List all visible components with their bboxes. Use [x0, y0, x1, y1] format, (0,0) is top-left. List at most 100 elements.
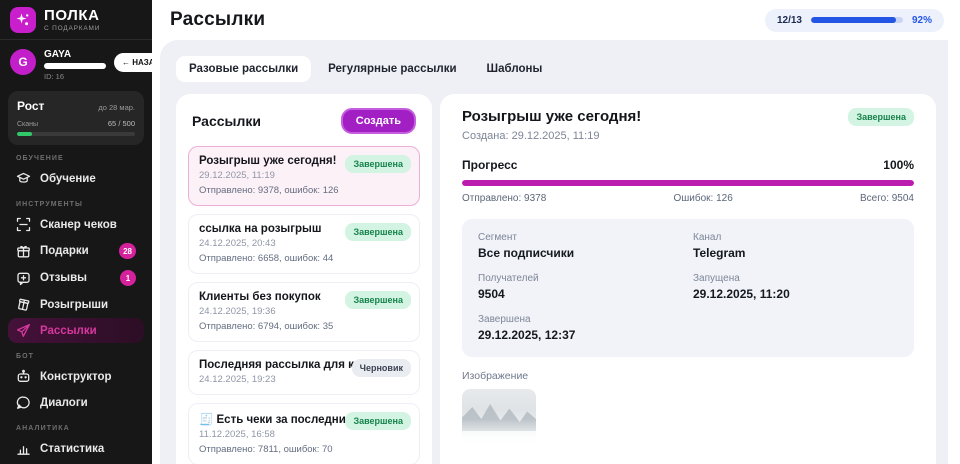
status-badge: Завершена: [345, 291, 411, 309]
nav-section-label: ОБУЧЕНИЕ: [16, 155, 64, 162]
scanner-icon: [16, 217, 31, 232]
plan-deadline: до 28 мар.: [98, 103, 135, 112]
sparkle-icon: [10, 7, 36, 33]
sidebar-item-label: Обучение: [40, 172, 96, 185]
info-label: Запущена: [693, 273, 740, 284]
mailing-item-stats: Отправлено: 6794, ошибок: 35: [199, 321, 334, 332]
sidebar-item-paper-plane[interactable]: Рассылки: [8, 318, 144, 343]
info-cell: Канал Telegram: [693, 232, 898, 260]
detail-progress-fill: [462, 180, 914, 186]
user-id: ID: 16: [44, 72, 65, 81]
quota-pill: 12/13 92%: [764, 8, 944, 32]
avatar: G: [10, 49, 36, 75]
plan-scans-label: Сканы: [17, 121, 39, 128]
info-value: 29.12.2025, 12:37: [478, 328, 576, 342]
tab-row: Разовые рассылки Регулярные рассылки Шабло…: [176, 56, 936, 82]
sidebar-item-feedback[interactable]: Отзывы 1: [8, 265, 144, 291]
sidebar-item-graduation[interactable]: Обучение: [8, 166, 144, 191]
info-value: 9504: [478, 287, 505, 301]
sidebar-item-label: Розыгрыши: [40, 298, 109, 311]
nav-section-label: АНАЛИТИКА: [16, 425, 70, 432]
mailing-detail-card: Розыгрыш уже сегодня! Создана: 29.12.202…: [440, 94, 936, 464]
sidebar-item-stats[interactable]: Статистика: [8, 436, 144, 461]
tab-active[interactable]: Разовые рассылки: [176, 56, 312, 82]
sidebar-item-label: Диалоги: [40, 396, 88, 409]
notification-badge: 1: [120, 270, 136, 286]
status-badge: Завершена: [345, 223, 411, 241]
username-redacted: [44, 63, 106, 69]
brand-name: ПОЛКА: [44, 6, 100, 24]
notification-badge: 28: [119, 243, 136, 259]
mailing-list-item[interactable]: Последняя рассылка для клиенто… 24.12.202…: [188, 350, 420, 395]
sidebar-item-robot[interactable]: Конструктор: [8, 364, 144, 389]
mailing-item-stats: Отправлено: 9378, ошибок: 126: [199, 185, 339, 196]
progress-sent: Отправлено: 9378: [462, 193, 547, 204]
info-value: 29.12.2025, 11:20: [693, 287, 790, 301]
plan-title: Рост: [17, 99, 45, 113]
info-cell: Запущена 29.12.2025, 11:20: [693, 273, 898, 301]
stats-icon: [16, 441, 31, 456]
info-cell: Завершена 29.12.2025, 12:37: [478, 314, 683, 342]
mailing-list-item[interactable]: ссылка на розыгрыш 24.12.2025, 20:43 Отпра…: [188, 214, 420, 274]
fog-image-art: [462, 419, 536, 459]
nav-section-label: БОТ: [16, 353, 35, 360]
plan-progress-track: [17, 132, 135, 136]
mailing-item-date: 11.12.2025, 16:58: [199, 429, 275, 440]
sidebar-item-gift[interactable]: Подарки 28: [8, 238, 144, 264]
plan-card: Рост до 28 мар. Сканы 65 / 500: [8, 91, 144, 145]
info-value: Все подписчики: [478, 246, 575, 260]
sidebar-item-label: Отзывы: [40, 272, 88, 284]
info-label: Завершена: [478, 314, 531, 325]
feedback-icon: [16, 271, 31, 286]
graduation-icon: [16, 171, 31, 186]
create-button[interactable]: Создать: [340, 108, 416, 134]
status-badge: Завершена: [345, 155, 411, 173]
info-value: Telegram: [693, 246, 746, 260]
mailings-list-card: Рассылки Создать Розыгрыш уже сегодня! 29…: [176, 94, 432, 464]
nav-section-label: ИНСТРУМЕНТЫ: [16, 201, 83, 208]
tab-inactive[interactable]: Регулярные рассылки: [315, 56, 469, 82]
topbar: Рассылки 12/13 92%: [152, 0, 960, 40]
mailing-item-stats: Отправлено: 6658, ошибок: 44: [199, 253, 334, 264]
mailing-item-stats: Отправлено: 7811, ошибок: 70: [199, 444, 333, 455]
sidebar-nav: ОБУЧЕНИЕ Обучение ИНСТРУМЕНТЫ Сканер чеков П…: [0, 155, 152, 464]
app-root: ПОЛКА С ПОДАРКАМИ G GAYA ID: 16 ← НАЗАД …: [0, 0, 960, 464]
quota-progress-track: [810, 17, 903, 23]
quota-progress-fill: [810, 17, 896, 23]
sidebar-item-label: Сканер чеков: [40, 218, 117, 231]
mailing-list-item[interactable]: Клиенты без покупок 24.12.2025, 19:36 Отпр…: [188, 282, 420, 342]
message-image-thumbnail[interactable]: [462, 389, 536, 459]
sidebar-item-label: Рассылки: [40, 324, 97, 337]
progress-label: Прогресс: [462, 158, 518, 172]
main-area: Рассылки 12/13 92% Разовые рассылки Регул…: [152, 0, 960, 464]
sidebar-item-raffle[interactable]: Розыгрыши: [8, 292, 144, 317]
sidebar-item-label: Статистика: [40, 442, 105, 455]
paper-plane-icon: [16, 323, 31, 338]
tab-inactive[interactable]: Шаблоны: [474, 56, 556, 82]
detail-progress-track: [462, 180, 914, 186]
mailing-list-item[interactable]: Розыгрыш уже сегодня! 29.12.2025, 11:19 От…: [188, 146, 420, 206]
mailing-list-item[interactable]: 🧾 Есть чеки за последние 3 меся… 11.12.20…: [188, 403, 420, 464]
raffle-icon: [16, 297, 31, 312]
info-grid: Сегмент Все подписчики Канал Telegram Получа…: [462, 219, 914, 357]
progress-errors: Ошибок: 126: [673, 193, 733, 204]
content-panel: Разовые рассылки Регулярные рассылки Шабло…: [160, 40, 948, 464]
gift-icon: [16, 244, 31, 259]
progress-total: Всего: 9504: [859, 193, 914, 204]
info-label: Получателей: [478, 273, 539, 284]
sidebar-item-label: Конструктор: [40, 370, 112, 383]
brand-logo: ПОЛКА С ПОДАРКАМИ: [0, 0, 152, 39]
list-title: Рассылки: [192, 113, 261, 129]
progress-percent: 100%: [883, 158, 914, 172]
info-label: Сегмент: [478, 232, 517, 243]
sidebar-item-label: Подарки: [40, 245, 89, 257]
back-button[interactable]: ← НАЗАД: [114, 53, 152, 72]
info-cell: Получателей 9504: [478, 273, 683, 301]
detail-created: Создана: 29.12.2025, 11:19: [462, 130, 600, 142]
sidebar: ПОЛКА С ПОДАРКАМИ G GAYA ID: 16 ← НАЗАД …: [0, 0, 152, 464]
status-badge: Черновик: [351, 359, 411, 377]
user-card: G GAYA ID: 16 ← НАЗАД: [0, 40, 152, 89]
sidebar-item-chat[interactable]: Диалоги: [8, 390, 144, 415]
sidebar-item-scanner[interactable]: Сканер чеков: [8, 212, 144, 237]
detail-status-badge: Завершена: [848, 108, 914, 126]
